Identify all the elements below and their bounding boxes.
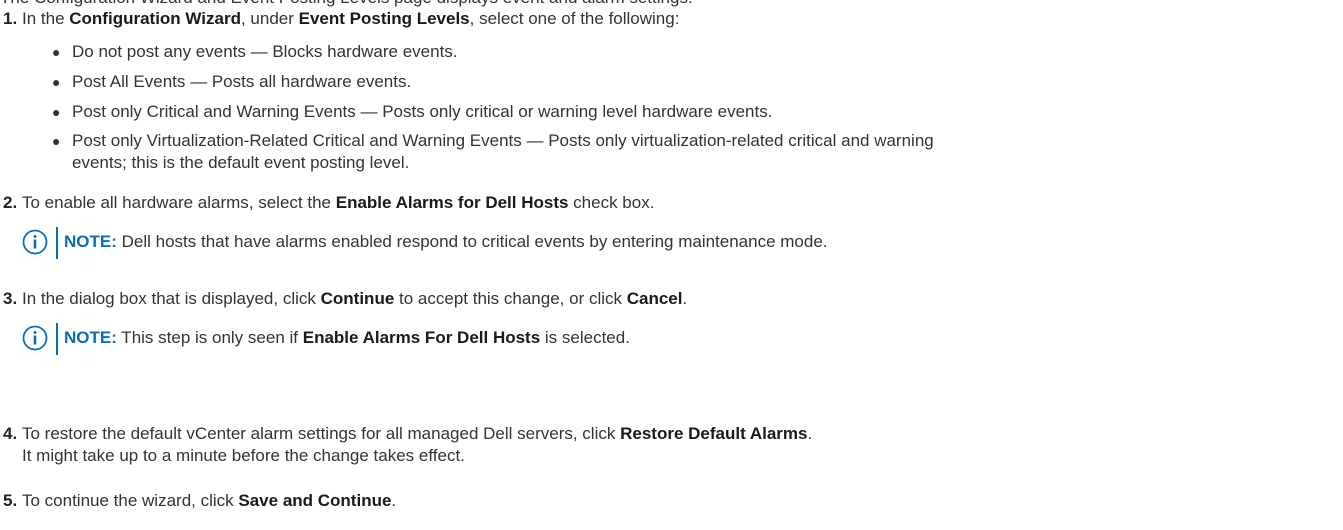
step-text: In the dialog box that is displayed, cli… (22, 289, 688, 308)
bold-term: Continue (320, 289, 395, 308)
info-circle-icon (22, 229, 48, 255)
step-number: 3. (3, 289, 18, 308)
bold-term: Restore Default Alarms (620, 424, 808, 443)
bold-term: Configuration Wizard (69, 9, 241, 28)
step-text: To restore the default vCenter alarm set… (22, 424, 813, 465)
info-circle-icon (22, 325, 48, 351)
step-text: In the Configuration Wizard, under Event… (22, 9, 680, 28)
note-text: NOTE: Dell hosts that have alarms enable… (64, 232, 828, 251)
step-number: 5. (3, 491, 18, 510)
step-text: To continue the wizard, click Save and C… (22, 491, 397, 510)
bold-term: Enable Alarms for Dell Hosts (335, 193, 569, 212)
bullet-icon: ● (52, 44, 61, 60)
step-text-line2: It might take up to a minute before the … (22, 446, 465, 465)
bullet-icon: ● (52, 74, 61, 90)
bold-term: Cancel (626, 289, 683, 308)
bullet-icon: ● (52, 133, 61, 149)
step-number: 4. (3, 424, 18, 443)
cut-off-text-line: The Configuration Wizard and Event Posti… (0, 0, 693, 8)
note-label: NOTE: (64, 232, 117, 251)
bold-term: Save and Continue (238, 491, 392, 510)
bullet-icon: ● (52, 104, 61, 120)
note-label: NOTE: (64, 328, 117, 347)
step-text: To enable all hardware alarms, select th… (22, 193, 655, 212)
step-number: 1. (3, 9, 18, 28)
step-number: 2. (3, 193, 18, 212)
note-divider (56, 227, 58, 259)
note-text: NOTE: This step is only seen if Enable A… (64, 328, 630, 347)
note-divider (56, 323, 58, 355)
bold-term: Event Posting Levels (298, 9, 470, 28)
bold-term: Enable Alarms For Dell Hosts (302, 328, 541, 347)
